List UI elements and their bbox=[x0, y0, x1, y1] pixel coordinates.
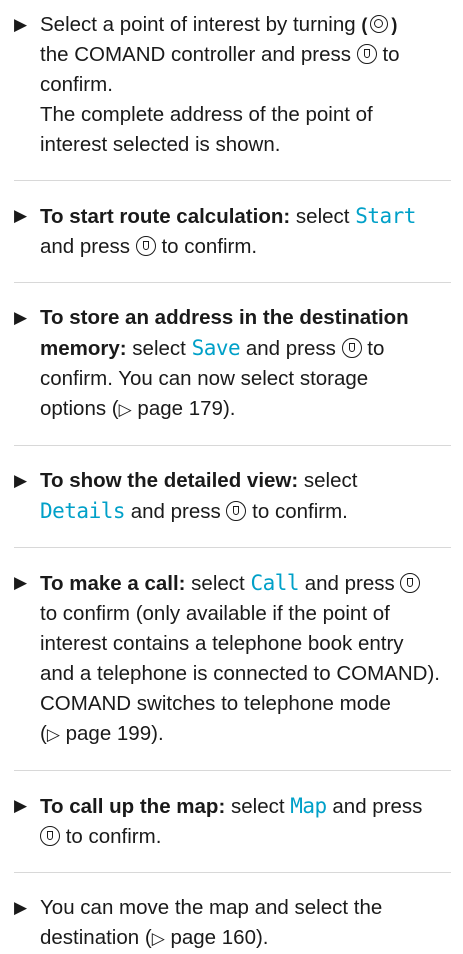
bullet-arrow-icon: ▶ bbox=[14, 471, 28, 490]
step-text-part: options ( bbox=[40, 397, 119, 420]
step-make-call: ▶ To make a call: select Call and press … bbox=[14, 568, 451, 750]
step-call-up-map: ▶ To call up the map: select Map and pre… bbox=[14, 791, 451, 852]
step-text-part: ). bbox=[151, 722, 164, 745]
step-text-part: select bbox=[303, 469, 358, 492]
step-text: To call up the map: select Map and press… bbox=[40, 791, 451, 852]
step-heading: memory: bbox=[40, 337, 127, 360]
step-text: To store an address in the destination m… bbox=[40, 303, 451, 425]
menu-option-start: Start bbox=[355, 204, 416, 228]
press-controller-icon bbox=[40, 826, 60, 846]
step-text-part: select bbox=[132, 337, 186, 360]
page-reference[interactable]: page 199 bbox=[66, 722, 152, 745]
step-text-part: to confirm. bbox=[65, 825, 162, 848]
bullet-arrow-icon: ▶ bbox=[14, 898, 28, 917]
menu-option-map: Map bbox=[290, 794, 327, 818]
divider bbox=[14, 872, 451, 873]
menu-option-call: Call bbox=[250, 571, 300, 595]
page: ▶ Select a point of interest by turning … bbox=[0, 0, 463, 949]
step-text: Select a point of interest by turning ()… bbox=[40, 10, 451, 160]
step-text-part: and press bbox=[40, 235, 131, 258]
step-move-map: ▶ You can move the map and select the de… bbox=[14, 893, 451, 954]
step-text-part: and press bbox=[332, 795, 423, 818]
bullet-arrow-icon: ▶ bbox=[14, 308, 28, 327]
bullet-arrow-icon: ▶ bbox=[14, 206, 28, 225]
step-heading: To make a call: bbox=[40, 572, 186, 595]
page-reference[interactable]: page 160 bbox=[170, 926, 256, 949]
step-text-part: COMAND switches to telephone mode bbox=[40, 692, 391, 715]
step-text-part: to bbox=[382, 43, 400, 66]
step-text-part: to confirm. bbox=[252, 500, 348, 523]
step-detailed-view: ▶ To show the detailed view: select Deta… bbox=[14, 466, 451, 527]
bullet-arrow-icon: ▶ bbox=[14, 796, 28, 815]
step-start-route: ▶ To start route calculation: select Sta… bbox=[14, 201, 451, 262]
press-controller-icon bbox=[356, 44, 377, 64]
step-text-part: to bbox=[367, 337, 385, 360]
menu-option-save: Save bbox=[191, 336, 241, 360]
page-reference[interactable]: page 179 bbox=[137, 397, 223, 420]
bullet-arrow-icon: ▶ bbox=[14, 15, 28, 34]
step-heading: To store an address in the destination bbox=[40, 306, 409, 329]
bullet-arrow-icon: ▶ bbox=[14, 573, 28, 592]
divider bbox=[14, 180, 451, 181]
divider bbox=[14, 445, 451, 446]
press-controller-icon bbox=[226, 501, 247, 521]
step-text: To make a call: select Call and press to… bbox=[40, 568, 451, 750]
step-heading: To show the detailed view: bbox=[40, 469, 299, 492]
step-text-part: and press bbox=[130, 500, 221, 523]
step-text-part: the COMAND controller and press bbox=[40, 43, 352, 66]
step-heading: To start route calculation: bbox=[40, 205, 291, 228]
menu-option-details: Details bbox=[40, 499, 126, 523]
page-reference-arrow-icon: ▷ bbox=[151, 929, 165, 948]
step-result-text: The complete address of the point of bbox=[40, 103, 373, 126]
page-reference-arrow-icon: ▷ bbox=[118, 400, 132, 419]
step-select-poi: ▶ Select a point of interest by turning … bbox=[14, 10, 451, 160]
step-result-text: interest selected is shown. bbox=[40, 133, 281, 156]
step-heading: To call up the map: bbox=[40, 795, 226, 818]
divider bbox=[14, 282, 451, 283]
step-text-part: select bbox=[191, 572, 245, 595]
step-text-part: ). bbox=[255, 926, 269, 949]
step-text-part: Select a point of interest by turning bbox=[40, 13, 356, 36]
page-reference-arrow-icon: ▷ bbox=[46, 725, 60, 744]
divider bbox=[14, 547, 451, 548]
step-text-part: interest contains a telephone book entry bbox=[40, 632, 404, 655]
step-text-part: ). bbox=[222, 397, 236, 420]
step-text-part: select bbox=[230, 795, 285, 818]
step-text-part: and press bbox=[245, 337, 336, 360]
step-text-part: select bbox=[295, 205, 350, 228]
step-text-part: to confirm (only available if the point … bbox=[40, 602, 390, 625]
step-text: To start route calculation: select Start… bbox=[40, 201, 451, 262]
press-controller-icon bbox=[400, 573, 421, 593]
step-text-part: and a telephone is connected to COMAND). bbox=[40, 662, 440, 685]
step-text-part: You can move the map and select the bbox=[40, 896, 383, 919]
step-text-part: confirm. bbox=[40, 73, 113, 96]
press-controller-icon bbox=[341, 338, 362, 358]
divider bbox=[14, 770, 451, 771]
step-text: You can move the map and select the dest… bbox=[40, 893, 451, 954]
step-text-part: confirm. You can now select storage bbox=[40, 367, 369, 390]
press-controller-icon bbox=[135, 236, 156, 256]
step-text-part: to confirm. bbox=[161, 235, 258, 258]
step-store-address: ▶ To store an address in the destination… bbox=[14, 303, 451, 425]
turn-controller-icon: () bbox=[361, 15, 398, 35]
step-text-part: ( bbox=[40, 722, 47, 745]
step-text-part: destination ( bbox=[40, 926, 152, 949]
step-text-part: and press bbox=[304, 572, 395, 595]
step-text: To show the detailed view: select Detail… bbox=[40, 466, 451, 527]
